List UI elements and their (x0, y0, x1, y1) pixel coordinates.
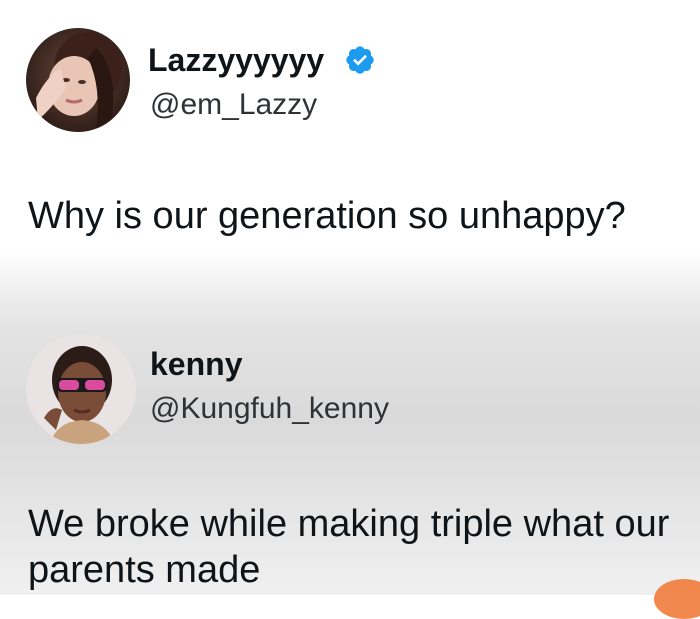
post-text-line: We broke while making triple what our (28, 503, 670, 545)
user-handle[interactable]: @Kungfuh_kenny (150, 392, 389, 426)
post-text: We broke while making triple what our pa… (28, 501, 669, 593)
post-text: Why is our generation so unhappy? (28, 195, 626, 237)
display-name[interactable]: kenny (150, 346, 242, 383)
avatar-lazzy[interactable] (26, 28, 130, 132)
avatar-kenny[interactable] (26, 334, 136, 444)
user-handle[interactable]: @em_Lazzy (150, 88, 317, 122)
post-text-line: parents made (28, 549, 261, 591)
corner-accent-shape (654, 579, 700, 619)
display-name[interactable]: Lazzyyyyyy (148, 42, 324, 79)
profile-photo-woman-icon (26, 28, 130, 132)
profile-photo-person-sunglasses-icon (26, 334, 136, 444)
verified-badge-icon (346, 46, 374, 74)
